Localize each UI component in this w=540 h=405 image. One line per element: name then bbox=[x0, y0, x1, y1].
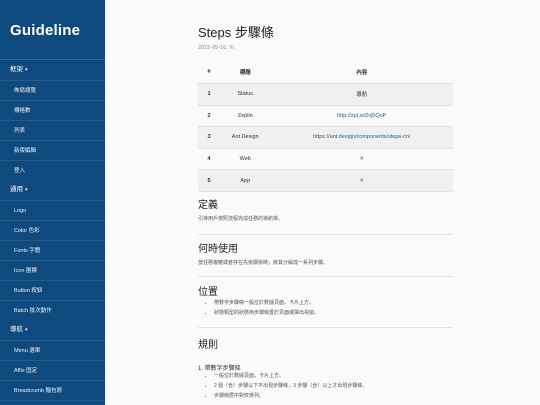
zeplin-link[interactable]: http://zpl.io/2vj5QoP bbox=[270, 105, 453, 128]
list-item: 狀態類型的狀態用步驟條置於頁面或彈出視窗。 bbox=[214, 308, 319, 318]
section-heading-position: 位置 bbox=[198, 287, 218, 298]
page-title: Steps 步驟條 bbox=[198, 25, 274, 40]
when-text: 當任務複雜或者存在先後關係時，將其分解成一系列步驟。 bbox=[198, 260, 329, 266]
caret-down-icon: ▾ bbox=[25, 327, 28, 333]
sidebar-item[interactable]: Affix 固定 bbox=[0, 360, 105, 380]
nav-group-label: 框架 bbox=[10, 66, 23, 73]
table-row: 5 App # bbox=[198, 169, 453, 192]
sidebar-item[interactable]: 柵格數 bbox=[0, 100, 105, 120]
nav-group[interactable]: 導航 ▾ bbox=[0, 320, 105, 340]
sidebar-nav: 框架 ▾ 佈局總覽 柵格數 列表 新版編輯 登入 通用 ▾ Logo Color 色彩 Fonts 字… bbox=[0, 60, 105, 405]
nav-group[interactable]: 通用 ▾ bbox=[0, 180, 105, 200]
sidebar-item[interactable]: Fonts 字體 bbox=[0, 240, 105, 260]
header-title: 標題 bbox=[220, 60, 271, 84]
sidebar-item[interactable]: Icon 圖標 bbox=[0, 260, 105, 280]
sidebar: Guideline 框架 ▾ 佈局總覽 柵格數 列表 新版編輯 登入 通用 ▾ Logo Color… bbox=[0, 0, 105, 405]
sidebar-item[interactable]: 佈局總覽 bbox=[0, 80, 105, 100]
sidebar-item[interactable]: Batch 批次動作 bbox=[0, 300, 105, 320]
row-num: 1 bbox=[198, 83, 220, 106]
row-num: 5 bbox=[198, 169, 220, 192]
post-date: 2022-05-16, Yi bbox=[198, 45, 234, 51]
table-header-row: # 標題 內容 bbox=[198, 60, 453, 84]
list-item: 2 個（含）步驟以下不出現步驟條，3 步驟（含）以上才出現步驟條。 bbox=[214, 381, 367, 391]
info-table: # 標題 內容 1 Status 導航 2 Zeplin http://zpl.… bbox=[198, 60, 453, 192]
nav-group-label: 導航 bbox=[10, 326, 23, 333]
sidebar-item[interactable]: Breadcrumb 麵包屑 bbox=[0, 380, 105, 400]
row-title: Zeplin bbox=[220, 105, 271, 128]
position-list: 帶數字步驟條一般位於數據頁面，卡片上方。 狀態類型的狀態用步驟條置於頁面或彈出視… bbox=[198, 298, 319, 318]
list-item: 一般位於數據頁面，卡片上方。 bbox=[214, 371, 367, 381]
section-divider bbox=[198, 276, 453, 277]
row-title: App bbox=[220, 169, 271, 192]
caret-down-icon: ▾ bbox=[25, 67, 28, 73]
row-title: Web bbox=[220, 148, 271, 171]
section-heading-when: 何時使用 bbox=[198, 244, 238, 255]
list-item: 步驟條居中對齊排列。 bbox=[214, 391, 367, 401]
sidebar-item[interactable]: 登入 bbox=[0, 160, 105, 180]
table-row: 1 Status 導航 bbox=[198, 83, 453, 106]
list-item: 帶數字步驟條一般位於數據頁面，卡片上方。 bbox=[214, 298, 319, 308]
content-area: Steps 步驟條 2022-05-16, Yi # 標題 內容 1 Statu… bbox=[105, 0, 540, 405]
row-num: 3 bbox=[198, 126, 220, 149]
section-divider bbox=[198, 234, 453, 235]
ant-design-link[interactable]: https://ant.design/components/steps-cn/ bbox=[270, 126, 453, 149]
row-content: 導航 bbox=[270, 83, 453, 106]
table-row: 3 Ant Design https://ant.design/componen… bbox=[198, 126, 453, 149]
web-link[interactable]: # bbox=[270, 148, 453, 171]
sidebar-item[interactable]: Button 按鈕 bbox=[0, 280, 105, 300]
sidebar-item[interactable]: 列表 bbox=[0, 120, 105, 140]
header-num: # bbox=[198, 60, 220, 84]
table-row: 4 Web # bbox=[198, 148, 453, 171]
section-heading-rules: 規則 bbox=[198, 340, 218, 351]
app-link[interactable]: # bbox=[270, 169, 453, 192]
row-title: Status bbox=[220, 83, 271, 106]
section-divider bbox=[198, 327, 453, 328]
row-title: Ant Design bbox=[220, 126, 271, 149]
rules-list: 一般位於數據頁面，卡片上方。 2 個（含）步驟以下不出現步驟條，3 步驟（含）以… bbox=[198, 371, 367, 401]
section-heading-definition: 定義 bbox=[198, 200, 218, 211]
sidebar-item[interactable]: 新版編輯 bbox=[0, 140, 105, 160]
sidebar-item[interactable]: Menu 選單 bbox=[0, 340, 105, 360]
sidebar-item[interactable]: Pagination 分頁 bbox=[0, 400, 105, 405]
caret-down-icon: ▾ bbox=[25, 187, 28, 193]
row-num: 4 bbox=[198, 148, 220, 171]
definition-text: 引導用戶按照流程完成任務的導航條。 bbox=[198, 216, 284, 222]
sidebar-item[interactable]: Logo bbox=[0, 200, 105, 220]
nav-group[interactable]: 框架 ▾ bbox=[0, 60, 105, 80]
brand-logo[interactable]: Guideline bbox=[0, 0, 105, 44]
sidebar-item[interactable]: Color 色彩 bbox=[0, 220, 105, 240]
header-content: 內容 bbox=[270, 60, 453, 84]
table-row: 2 Zeplin http://zpl.io/2vj5QoP bbox=[198, 105, 453, 128]
row-num: 2 bbox=[198, 105, 220, 128]
nav-group-label: 通用 bbox=[10, 186, 23, 193]
